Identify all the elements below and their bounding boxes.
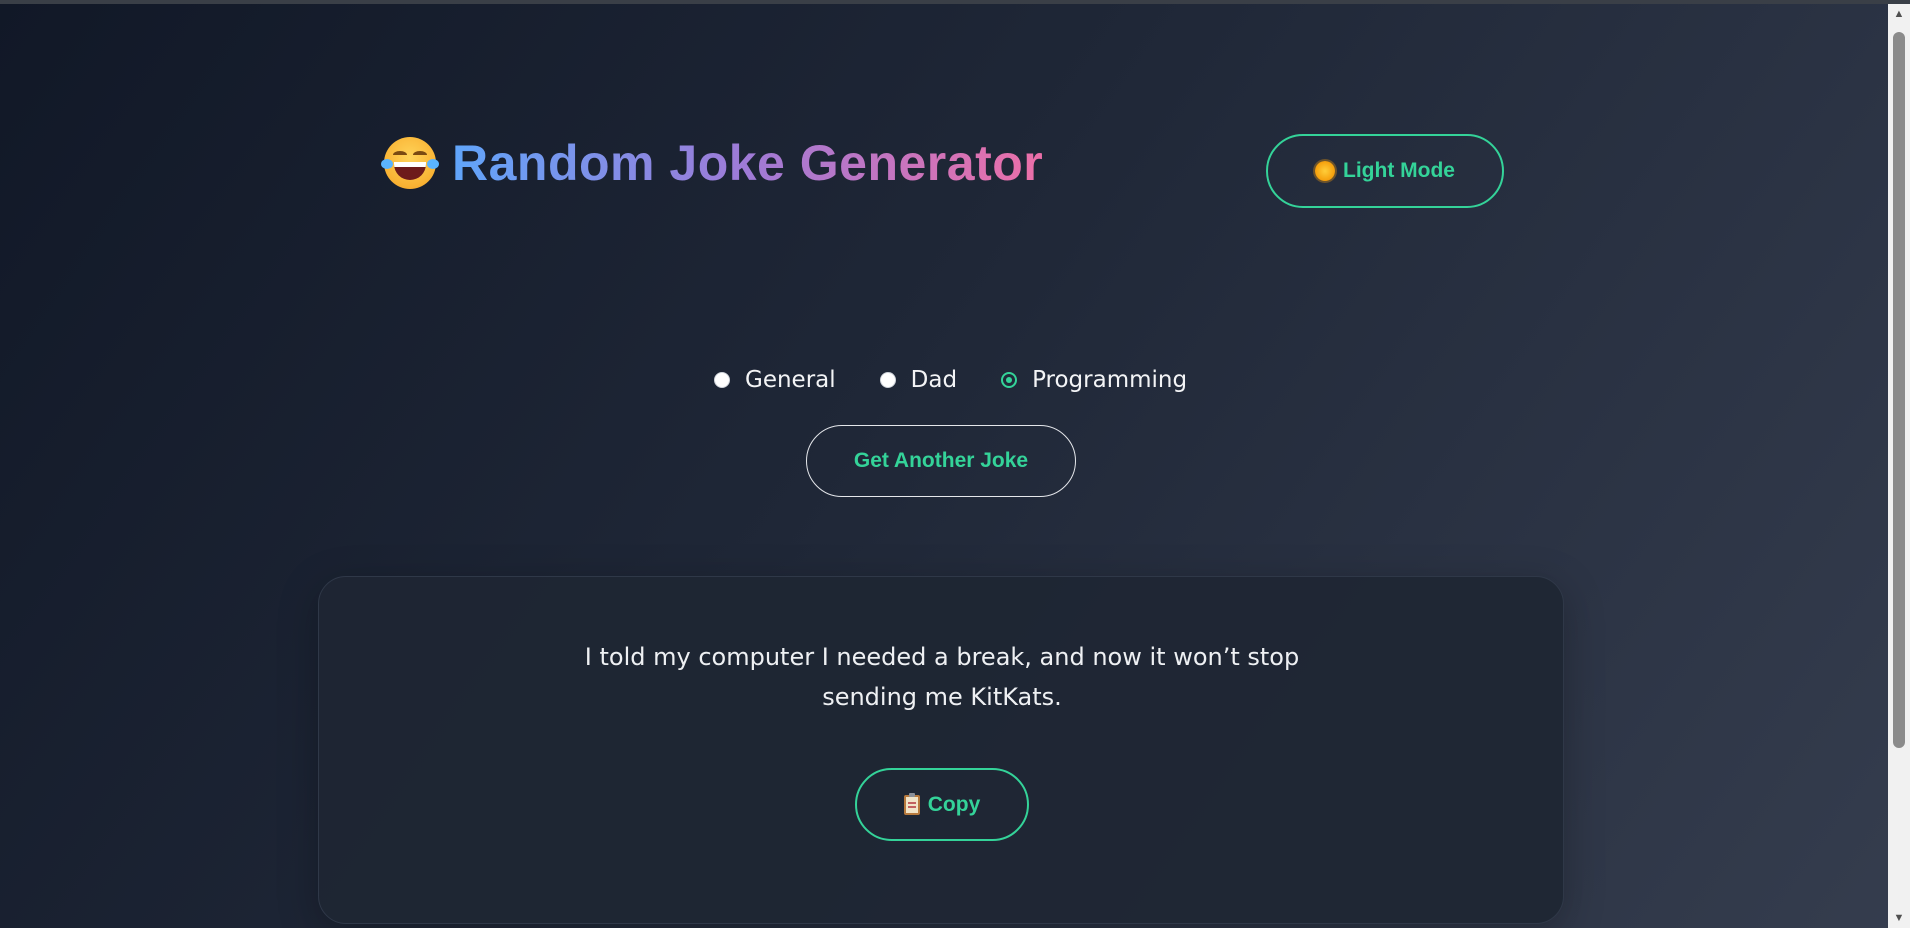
- scrollbar-thumb[interactable]: [1893, 32, 1905, 748]
- scroll-up-arrow-icon[interactable]: ▲: [1888, 4, 1910, 24]
- copy-label: Copy: [927, 792, 981, 816]
- category-option-general[interactable]: General: [714, 367, 836, 393]
- page-title-text: Random Joke Generator: [452, 135, 1044, 191]
- theme-toggle-label: Light Mode: [1343, 159, 1455, 182]
- copy-button[interactable]: Copy: [855, 768, 1029, 841]
- theme-toggle-button[interactable]: Light Mode: [1266, 134, 1504, 208]
- category-label-dad: Dad: [910, 367, 958, 393]
- category-label-programming: Programming: [1032, 367, 1188, 393]
- category-option-dad[interactable]: Dad: [879, 367, 958, 393]
- app-header: Random Joke Generator Light Mode: [381, 134, 1504, 208]
- get-another-joke-button[interactable]: Get Another Joke: [806, 425, 1076, 497]
- sun-icon: [1315, 161, 1335, 181]
- page-title: Random Joke Generator: [381, 134, 1044, 192]
- category-label-general: General: [745, 367, 836, 393]
- vertical-scrollbar[interactable]: ▲ ▼: [1888, 4, 1910, 928]
- category-radio-group: General Dad Programming: [714, 367, 1187, 393]
- joke-card: I told my computer I needed a break, and…: [318, 576, 1564, 924]
- rolling-laughing-face-icon: [381, 137, 439, 189]
- category-option-programming[interactable]: Programming: [1001, 367, 1187, 393]
- scroll-down-arrow-icon[interactable]: ▼: [1888, 908, 1910, 928]
- category-radio-dad[interactable]: [879, 372, 896, 388]
- clipboard-icon: [903, 792, 920, 815]
- joke-text: I told my computer I needed a break, and…: [579, 637, 1305, 717]
- joke-text-line-1: I told my computer I needed a break, and…: [584, 643, 1300, 671]
- category-radio-general[interactable]: [714, 372, 730, 388]
- category-radio-programming[interactable]: [1001, 372, 1018, 388]
- joke-text-line-2: sending me KitKats.: [822, 683, 1062, 711]
- window-top-border: [0, 0, 1910, 4]
